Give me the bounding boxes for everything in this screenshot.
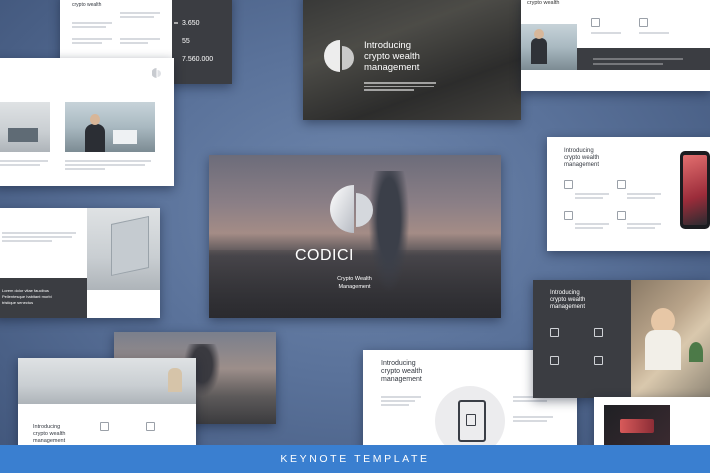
desk-photo	[0, 102, 50, 152]
brand-subtitle-2: Management	[338, 284, 371, 290]
chart-icon	[564, 180, 573, 189]
wallet-icon	[617, 211, 626, 220]
smartphone-bitcoin-icon	[458, 400, 486, 442]
lock-icon	[617, 180, 626, 189]
laptop-icon	[111, 215, 149, 277]
right-lower-title-2: crypto wealth	[550, 297, 586, 303]
coin-icon	[564, 211, 573, 220]
bottom-center-text-a	[381, 394, 421, 408]
lock-icon	[146, 422, 155, 431]
phone-text-c	[575, 221, 609, 231]
small-logo-icon	[152, 68, 161, 78]
phone-title-2: crypto wealth	[564, 155, 600, 161]
stat-3: 7.560.000	[182, 56, 214, 63]
stats-text-block: crypto wealth	[72, 2, 120, 46]
bottom-center-title-2: crypto wealth	[381, 368, 423, 376]
right-lower-title-3: management	[550, 304, 586, 310]
intro-line-2: crypto wealth	[364, 51, 420, 62]
coin-icon	[550, 356, 559, 365]
wallet-icon	[594, 356, 603, 365]
intro-title: Introducing crypto wealth management	[364, 40, 474, 73]
stats-text-block-2	[120, 10, 165, 46]
slide-overview	[0, 58, 174, 186]
bottom-center-title-3: management	[381, 376, 422, 384]
slide-bottom-left: Introducing crypto wealth management	[18, 358, 196, 458]
bottom-center-title-1: Introducing	[381, 360, 416, 367]
slide-right-lower: Introducing crypto wealth management	[533, 280, 710, 398]
phone-text-d	[627, 221, 661, 231]
laptop-text	[2, 230, 80, 244]
codici-hero-logo-icon	[330, 185, 373, 233]
stats-heading: crypto wealth	[72, 2, 102, 8]
intro-body-lines	[364, 80, 438, 93]
bottom-left-title-2: crypto wealth	[33, 430, 66, 437]
team-heading: crypto wealth	[527, 0, 560, 6]
desk-lady-photo	[18, 358, 196, 404]
slide-intro-office: Introducing crypto wealth management	[303, 0, 521, 120]
laptop-dark-band: Lorem dolor vitae faucibus Pellentesque …	[0, 278, 87, 318]
plus-icon	[174, 22, 178, 24]
slide-team: crypto wealth	[521, 0, 710, 91]
chart-icon	[550, 328, 559, 337]
phone-slide-title: Introducing crypto wealth management	[564, 148, 634, 169]
team-dark-band	[577, 48, 710, 70]
slide-hero: CODICI Crypto Wealth Management	[209, 155, 501, 318]
intro-line-1: Introducing	[364, 40, 412, 51]
stat-1: 3.650	[182, 20, 200, 27]
phone-text-b	[627, 191, 661, 201]
team-photo	[521, 24, 577, 70]
smartphone-icon	[680, 151, 710, 229]
smiling-woman-photo	[631, 280, 710, 398]
intro-line-3: management	[364, 62, 420, 73]
phone-text-a	[575, 191, 609, 201]
office-man-photo	[65, 102, 155, 152]
footer-bar: KEYNOTE TEMPLATE	[0, 445, 710, 473]
stat-2: 55	[182, 38, 190, 45]
caption-3: tristique senectus	[2, 300, 34, 305]
footer-label: KEYNOTE TEMPLATE	[280, 453, 430, 465]
slide-phone: Introducing crypto wealth management	[547, 137, 710, 251]
right-lower-title-1: Introducing	[550, 290, 580, 296]
plant-icon	[689, 342, 703, 362]
bottom-center-text-c	[513, 414, 553, 424]
stats-column: 3.650 55 7.560.000	[172, 0, 232, 84]
phone-photo	[604, 405, 670, 445]
laptop-caption: Lorem dolor vitae faucibus Pellentesque …	[2, 288, 52, 306]
lock-icon	[594, 328, 603, 337]
slide-laptop: Lorem dolor vitae faucibus Pellentesque …	[0, 208, 160, 318]
overview-text-1	[0, 158, 50, 168]
bottom-left-title-1: Introducing	[33, 424, 61, 430]
bottom-left-title: Introducing crypto wealth management	[33, 424, 65, 444]
overview-text-2	[65, 158, 155, 172]
phone-title-3: management	[564, 162, 600, 168]
chart-icon	[591, 18, 600, 27]
chart-icon	[100, 422, 109, 431]
bottom-center-title: Introducing crypto wealth management	[381, 360, 422, 385]
laptop-photo	[87, 208, 160, 290]
brand-name: CODICI	[295, 247, 354, 264]
bottom-left-title-3: management	[33, 437, 66, 444]
brand-subtitle-1: Crypto Wealth	[337, 276, 372, 282]
right-lower-title: Introducing crypto wealth management	[550, 290, 585, 311]
wallet-icon	[639, 18, 648, 27]
codici-logo-icon	[324, 40, 354, 72]
phone-title-1: Introducing	[564, 148, 594, 154]
brand-subtitle: Crypto Wealth Management	[317, 275, 392, 291]
